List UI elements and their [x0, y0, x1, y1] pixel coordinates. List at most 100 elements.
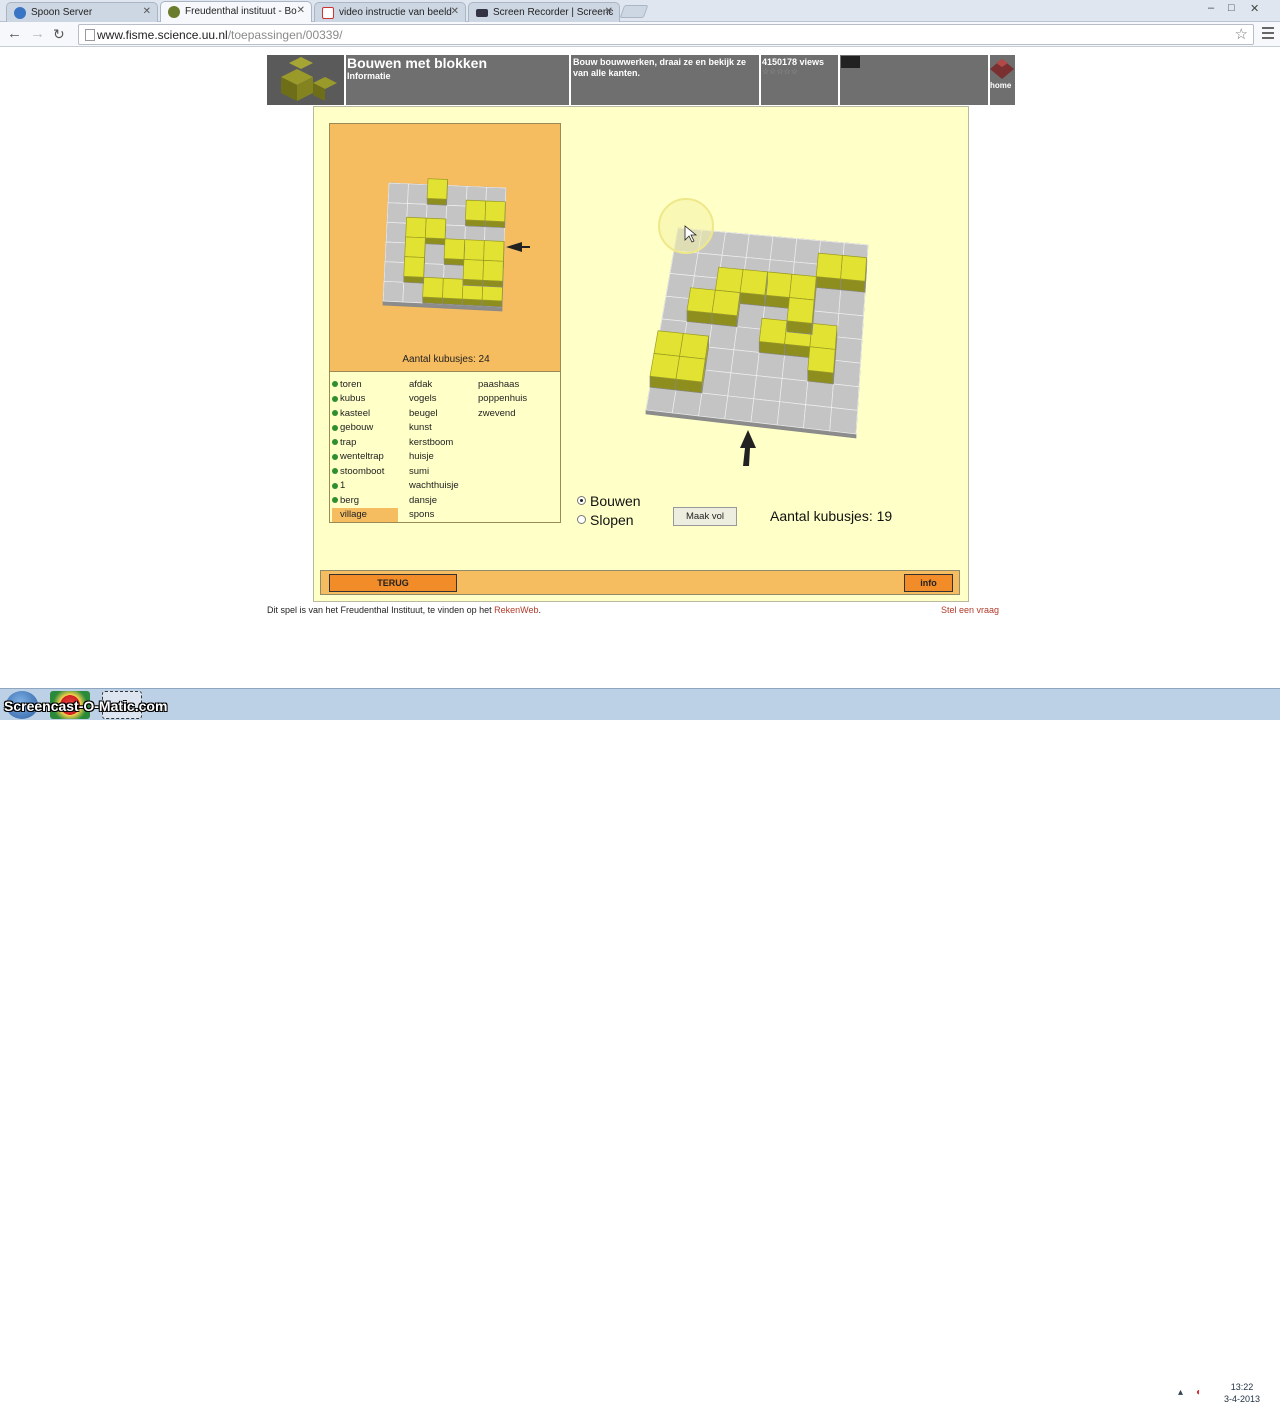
grid-cell — [407, 183, 429, 205]
home-button[interactable]: home — [990, 55, 1015, 105]
list-item[interactable]: kubus — [332, 392, 398, 407]
list-item[interactable]: toren — [332, 377, 398, 392]
back-icon[interactable]: ← — [7, 25, 22, 42]
spoon-icon — [14, 7, 26, 19]
tab-spoon-server[interactable]: Spoon Server ✕ — [6, 2, 158, 22]
list-column-3: paashaas poppenhuis zwevend — [478, 377, 527, 421]
back-button[interactable]: TERUG — [329, 574, 457, 592]
completed-dot-icon — [332, 424, 338, 431]
list-item-label: kasteel — [340, 407, 371, 419]
cube — [443, 238, 466, 260]
mode-demolish-radio[interactable]: Slopen — [577, 512, 634, 528]
info-button[interactable]: info — [904, 574, 953, 592]
tab-gmail[interactable]: video instructie van beeld ✕ — [314, 2, 466, 22]
list-item[interactable]: trap — [332, 435, 398, 450]
cube — [422, 276, 444, 299]
footer-credit: Dit spel is van het Freudenthal Instituu… — [267, 605, 541, 615]
list-item[interactable]: wenteltrap — [332, 450, 398, 465]
list-item[interactable]: sumi — [409, 464, 459, 479]
screencast-watermark: Screencast-O-Matic.com — [4, 698, 168, 714]
list-item[interactable]: stoomboot — [332, 464, 398, 479]
cube — [465, 199, 487, 222]
network-icon[interactable]: ◐ — [1196, 1387, 1202, 1398]
grid-cell — [446, 185, 468, 207]
rating-stars[interactable]: ☆☆☆☆☆ — [762, 67, 798, 76]
list-item[interactable]: dansje — [409, 493, 459, 508]
mode-build-radio[interactable]: Bouwen — [577, 493, 641, 509]
close-tab-icon[interactable]: ✕ — [605, 6, 613, 17]
list-item[interactable]: afdak — [409, 377, 459, 392]
list-item[interactable]: village — [332, 507, 398, 522]
ask-question-link[interactable]: Stel een vraag — [941, 605, 999, 615]
forward-icon[interactable]: → — [30, 25, 45, 42]
menu-icon[interactable] — [1262, 27, 1274, 42]
radio-build-indicator[interactable] — [577, 496, 586, 505]
list-item[interactable]: wachthuisje — [409, 479, 459, 494]
radio-demolish-indicator[interactable] — [577, 515, 586, 524]
list-item[interactable]: poppenhuis — [478, 392, 527, 407]
close-tab-icon[interactable]: ✕ — [451, 6, 459, 17]
ask-question-label: Stel een vraag — [941, 605, 1000, 615]
list-item-label: zwevend — [478, 407, 516, 419]
list-item[interactable]: beugel — [409, 406, 459, 421]
reload-icon[interactable]: ↻ — [53, 26, 65, 43]
cube-count: Aantal kubusjes: 19 — [770, 508, 893, 524]
list-column-2: afdak vogels beugel kunst kerstboom huisje sum… — [409, 377, 459, 522]
mode-demolish-label: Slopen — [590, 512, 634, 528]
cube — [462, 259, 484, 281]
grid-cell — [424, 243, 446, 265]
header-title-box: Bouwen met blokken Informatie — [346, 55, 569, 105]
completed-dot-icon — [332, 482, 338, 489]
list-item[interactable]: vogels — [409, 392, 459, 407]
site-logo[interactable] — [267, 55, 344, 105]
list-item[interactable]: kunst — [409, 421, 459, 436]
list-item[interactable]: huisje — [409, 450, 459, 465]
close-tab-icon[interactable]: ✕ — [143, 6, 151, 17]
list-item[interactable]: spons — [409, 508, 459, 523]
new-tab-button[interactable] — [619, 5, 649, 18]
list-item-label: beugel — [409, 407, 438, 419]
example-preview: Aantal kubusjes: 24 — [329, 123, 561, 372]
list-item[interactable]: berg — [332, 493, 398, 508]
close-tab-icon[interactable]: ✕ — [297, 5, 305, 16]
address-bar[interactable]: www.fisme.science.uu.nl/toepassingen/003… — [78, 24, 1254, 45]
list-item-label: afdak — [409, 378, 433, 390]
flag-icon — [841, 56, 860, 68]
cube — [483, 240, 505, 262]
gmail-icon — [322, 7, 334, 19]
completed-dot-icon — [332, 497, 338, 504]
grid-cell — [382, 280, 405, 303]
list-item-label: trap — [340, 436, 357, 448]
grid-cell — [383, 261, 406, 283]
cube — [484, 200, 506, 223]
tray-expand-icon[interactable]: ▴ — [1178, 1387, 1183, 1398]
maximize-button[interactable]: □ — [1228, 2, 1235, 14]
tab-screen-recorder[interactable]: Screen Recorder | Screenc ✕ — [468, 2, 620, 22]
info-link[interactable]: Informatie — [347, 71, 391, 81]
system-clock[interactable]: 13:22 3-4-2013 — [1218, 1381, 1266, 1405]
list-item[interactable]: kasteel — [332, 406, 398, 421]
home-label: home — [990, 81, 1012, 90]
fill-button[interactable]: Maak vol — [673, 507, 737, 526]
blocks-logo-icon — [281, 57, 337, 101]
list-item[interactable]: paashaas — [478, 377, 527, 392]
list-item[interactable]: kerstboom — [409, 435, 459, 450]
header-description-box: Bouw bouwwerken, draai ze en bekijk ze v… — [571, 55, 759, 105]
close-window-button[interactable]: ✕ — [1250, 2, 1259, 15]
footer-text-end: . — [538, 605, 542, 615]
tab-strip: Spoon Server ✕ Freudenthal instituut - B… — [0, 0, 1280, 23]
tab-freudenthal[interactable]: Freudenthal instituut - Bo ✕ — [160, 1, 312, 23]
list-item[interactable]: zwevend — [478, 406, 527, 421]
page-description: Bouw bouwwerken, draai ze en bekijk ze v… — [573, 57, 747, 78]
list-item[interactable]: gebouw — [332, 421, 398, 436]
list-item-label: paashaas — [478, 378, 520, 390]
page-icon — [85, 29, 95, 41]
bookmark-star-icon[interactable]: ☆ — [1235, 25, 1248, 43]
minimize-button[interactable]: – — [1208, 2, 1214, 14]
list-item[interactable]: 1 — [332, 479, 398, 494]
rekenweb-link[interactable]: RekenWeb — [494, 605, 538, 615]
list-item-label: gebouw — [340, 422, 374, 434]
cube — [424, 217, 447, 240]
mode-build-label: Bouwen — [590, 493, 641, 509]
list-item-label: stoomboot — [340, 465, 385, 477]
